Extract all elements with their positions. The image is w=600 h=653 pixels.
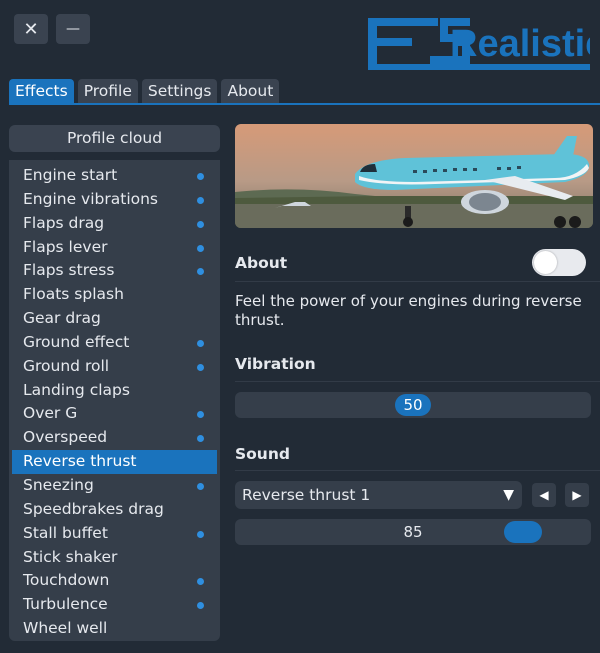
effect-item[interactable]: Ground effect	[12, 331, 217, 355]
effect-list[interactable]: Engine start Engine vibrations Flaps drag F…	[9, 160, 220, 641]
sound-volume-handle[interactable]	[503, 521, 542, 543]
effect-item[interactable]: Overspeed	[12, 426, 217, 450]
sound-title: Sound	[235, 445, 290, 463]
effect-description: Feel the power of your engines during re…	[235, 292, 582, 329]
effect-item-label: Engine vibrations	[23, 189, 159, 208]
active-indicator-dot	[197, 339, 204, 347]
sound-select[interactable]: Reverse thrust 1 ▼	[235, 481, 522, 509]
effect-item-label: Flaps lever	[23, 237, 108, 256]
effect-item[interactable]: Wheel well	[12, 617, 217, 641]
effect-item-label: Ground effect	[23, 332, 130, 351]
divider	[235, 381, 600, 382]
effect-item[interactable]: Touchdown	[12, 569, 217, 593]
effect-item-label: Turbulence	[23, 595, 108, 614]
about-title: About	[235, 254, 288, 272]
effect-item[interactable]: Flaps stress	[12, 259, 217, 283]
effect-item-label: Stall buffet	[23, 523, 108, 542]
toggle-knob	[534, 251, 557, 274]
effect-item-label: Over G	[23, 404, 78, 423]
active-indicator-dot	[197, 482, 204, 490]
chevron-down-icon: ▼	[503, 487, 514, 503]
active-indicator-dot	[197, 363, 204, 371]
minimize-button[interactable]: —	[56, 14, 90, 44]
minimize-icon: —	[66, 21, 80, 37]
arrow-left-icon: ◀	[539, 488, 549, 502]
effect-item-label: Wheel well	[23, 619, 108, 638]
effect-item-label: Ground roll	[23, 356, 110, 375]
arrow-right-icon: ▶	[572, 488, 582, 502]
sound-volume-slider[interactable]: 85	[235, 519, 591, 545]
about-toggle[interactable]	[532, 249, 586, 276]
close-icon: ✕	[23, 18, 39, 40]
active-indicator-dot	[197, 411, 204, 419]
effect-item-label: Overspeed	[23, 428, 108, 447]
effect-item[interactable]: Engine vibrations	[12, 188, 217, 212]
effect-item-label: Sneezing	[23, 475, 94, 494]
active-indicator-dot	[197, 196, 204, 204]
effect-item[interactable]: Flaps lever	[12, 236, 217, 260]
active-indicator-dot	[197, 435, 204, 443]
effect-item-label: Gear drag	[23, 309, 101, 328]
vibration-title: Vibration	[235, 355, 316, 373]
hero-image	[235, 124, 593, 228]
tab-about[interactable]: About	[221, 79, 280, 103]
close-button[interactable]: ✕	[14, 14, 48, 44]
active-indicator-dot	[197, 578, 204, 586]
tab-settings[interactable]: Settings	[141, 79, 218, 103]
app-logo: Realistic	[368, 16, 600, 76]
effect-item-label: Reverse thrust	[23, 452, 137, 471]
active-indicator-dot	[197, 268, 204, 276]
active-indicator-dot	[197, 173, 204, 180]
previous-sound-button[interactable]: ◀	[532, 483, 556, 507]
next-sound-button[interactable]: ▶	[565, 483, 589, 507]
sound-select-value: Reverse thrust 1	[242, 486, 371, 504]
effect-item[interactable]: Speedbrakes drag	[12, 498, 217, 522]
effect-item-label: Landing claps	[23, 380, 130, 399]
effect-item[interactable]: Turbulence	[12, 593, 217, 617]
tab-profile[interactable]: Profile	[77, 79, 138, 103]
svg-text:Realistic: Realistic	[450, 23, 590, 65]
effect-item[interactable]: Stall buffet	[12, 522, 217, 546]
active-indicator-dot	[197, 220, 204, 228]
divider	[235, 470, 600, 471]
active-indicator-dot	[197, 244, 204, 252]
effect-item-label: Engine start	[23, 166, 118, 184]
effect-item-label: Stick shaker	[23, 547, 118, 566]
effect-item[interactable]: Gear drag	[12, 307, 217, 331]
effect-item[interactable]: Engine start	[12, 164, 217, 188]
effect-item-label: Flaps stress	[23, 261, 115, 280]
tab-bar: Effects Profile Settings About	[9, 79, 280, 103]
effect-item[interactable]: Stick shaker	[12, 546, 217, 570]
effect-item[interactable]: Floats splash	[12, 283, 217, 307]
active-indicator-dot	[197, 530, 204, 538]
vibration-value[interactable]: 50	[395, 394, 431, 416]
effect-item-label: Floats splash	[23, 285, 124, 304]
effect-item-label: Speedbrakes drag	[23, 499, 164, 518]
effect-item-label: Flaps drag	[23, 213, 105, 232]
effect-item[interactable]: Landing claps	[12, 379, 217, 403]
effect-item[interactable]: Reverse thrust	[12, 450, 217, 474]
tab-effects[interactable]: Effects	[9, 79, 74, 103]
effect-item[interactable]: Ground roll	[12, 355, 217, 379]
vibration-slider[interactable]: 50	[235, 392, 591, 418]
active-indicator-dot	[197, 602, 204, 610]
effect-item[interactable]: Over G	[12, 402, 217, 426]
effect-item[interactable]: Sneezing	[12, 474, 217, 498]
effect-item-label: Touchdown	[23, 571, 110, 590]
tab-underline	[9, 103, 600, 105]
effect-item[interactable]: Flaps drag	[12, 212, 217, 236]
profile-cloud-button[interactable]: Profile cloud	[9, 125, 220, 152]
divider	[235, 281, 600, 282]
